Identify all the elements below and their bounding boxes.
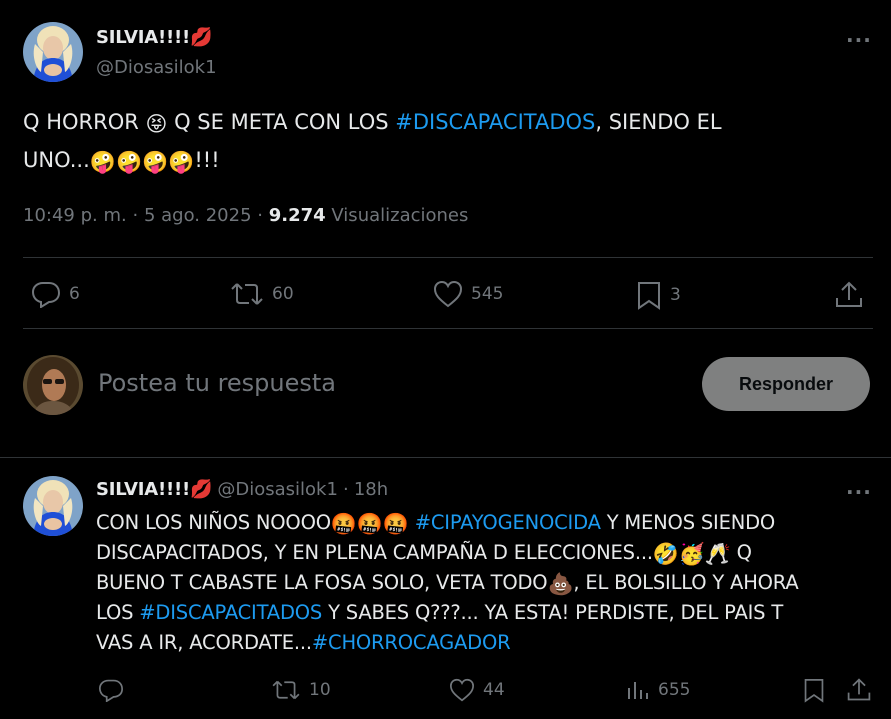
divider [0, 457, 891, 458]
reply-author-avatar[interactable] [23, 476, 83, 536]
views-label: Visualizaciones [331, 205, 469, 226]
reply-like-count: 44 [483, 680, 505, 700]
author-name[interactable]: SILVIA!!!! [96, 27, 190, 48]
author-handle[interactable]: @Diosasilok1 [96, 57, 217, 78]
reply-author-handle[interactable]: @Diosasilok1 [217, 479, 338, 500]
author-avatar[interactable] [23, 22, 83, 82]
tweet-date[interactable]: 5 ago. 2025 [144, 205, 252, 226]
hashtag-link[interactable]: #DISCAPACITADOS [139, 601, 322, 624]
reply-input[interactable]: Postea tu respuesta [98, 369, 336, 397]
squinting-tongue-emoji: 😝 [145, 112, 168, 136]
views-count: 9.274 [268, 205, 326, 226]
tweet-text: Q HORROR 😝 Q SE META CON LOS #DISCAPACIT… [23, 110, 722, 174]
retweet-icon [272, 680, 300, 700]
reply-button[interactable]: 6 [31, 280, 80, 308]
poop-emoji: 💩 [547, 572, 574, 596]
reply-views-count: 655 [658, 680, 691, 700]
reply-icon [31, 282, 61, 308]
tweet-meta: 10:49 p. m. · 5 ago. 2025 · 9.274 Visual… [23, 205, 469, 226]
reply-reply-button[interactable] [98, 678, 132, 702]
hashtag-link[interactable]: #CHORROCAGADOR [312, 631, 511, 654]
bookmark-icon [638, 282, 660, 310]
reply-retweet-count: 10 [309, 680, 331, 700]
share-button[interactable] [834, 280, 864, 310]
hashtag-link[interactable]: #DISCAPACITADOS [395, 110, 595, 134]
reply-count: 6 [69, 284, 80, 304]
bookmark-count: 3 [670, 285, 681, 305]
like-button[interactable]: 545 [433, 280, 503, 308]
user-avatar[interactable] [23, 355, 83, 415]
reply-author-name[interactable]: SILVIA!!!! [96, 479, 190, 500]
retweet-count: 60 [272, 284, 294, 304]
hashtag-link[interactable]: #CIPAYOGENOCIDA [415, 511, 601, 534]
heart-icon [449, 678, 475, 702]
party-emojis: 🤣🥳🥂 [652, 542, 731, 566]
zany-face-emojis: 🤪🤪🤪🤪 [89, 150, 195, 174]
reply-more-options-icon[interactable]: ··· [846, 480, 872, 504]
like-count: 545 [471, 284, 504, 304]
reply-like-button[interactable]: 44 [449, 678, 505, 702]
share-icon [836, 281, 862, 307]
lips-emoji: 💋 [190, 479, 213, 500]
analytics-icon [628, 682, 648, 699]
share-icon [847, 678, 871, 701]
author-name-row[interactable]: SILVIA!!!!💋 [96, 27, 212, 48]
reply-text: CON LOS NIÑOS NOOOO🤬🤬🤬 #CIPAYOGENOCIDA Y… [96, 511, 799, 654]
retweet-button[interactable]: 60 [230, 280, 294, 308]
reply-icon [98, 679, 124, 702]
tweet-time[interactable]: 10:49 p. m. [23, 205, 127, 226]
reply-views-button[interactable]: 655 [626, 678, 690, 702]
reply-time[interactable]: 18h [354, 479, 388, 500]
heart-icon [433, 280, 463, 308]
divider [23, 257, 873, 258]
retweet-icon [231, 283, 263, 305]
lips-emoji: 💋 [190, 27, 213, 48]
more-options-icon[interactable]: ··· [846, 28, 872, 52]
divider [23, 328, 873, 329]
bookmark-button[interactable]: 3 [636, 280, 681, 310]
angry-emojis: 🤬🤬🤬 [330, 512, 409, 536]
reply-header: SILVIA!!!!💋 @Diosasilok1 · 18h [96, 479, 389, 500]
reply-retweet-button[interactable]: 10 [271, 678, 331, 702]
reply-share-button[interactable] [846, 677, 872, 703]
reply-submit-button[interactable]: Responder [702, 357, 870, 411]
bookmark-icon [804, 679, 824, 703]
reply-bookmark-button[interactable] [803, 677, 825, 703]
